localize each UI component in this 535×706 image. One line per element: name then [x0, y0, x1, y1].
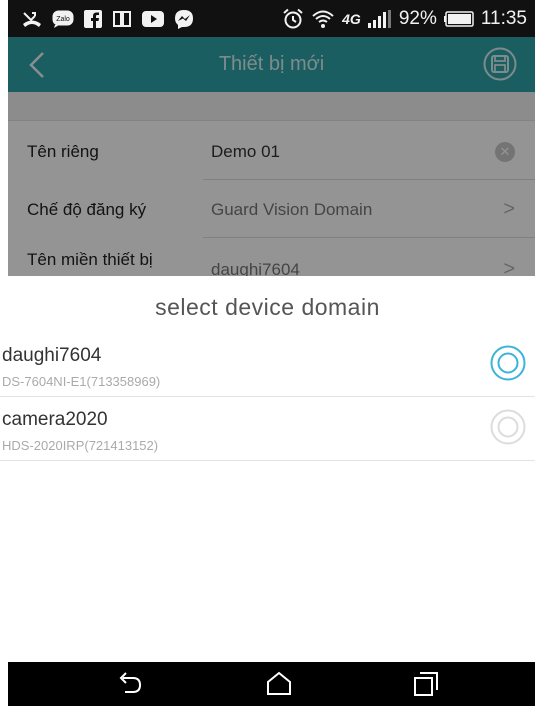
alarm-icon — [283, 8, 303, 28]
dim-overlay[interactable] — [8, 37, 535, 276]
radio-selected-icon[interactable] — [490, 345, 526, 381]
back-icon[interactable] — [113, 669, 145, 699]
book-icon — [113, 10, 131, 27]
status-bar: Zalo 4G 92% 11:35 — [8, 0, 535, 37]
option-detail: DS-7604NI-E1(713358969) — [2, 374, 161, 389]
signal-icon — [367, 9, 391, 28]
network-type-label: 4G — [342, 10, 361, 27]
domain-option[interactable]: camera2020 HDS-2020IRP(721413152) — [0, 397, 535, 461]
recent-apps-icon[interactable] — [410, 669, 442, 699]
system-status: 4G 92% 11:35 — [282, 0, 527, 37]
zalo-label: Zalo — [56, 16, 70, 23]
zalo-icon: Zalo — [52, 10, 74, 28]
domain-picker-sheet: select device domain daughi7604 DS-7604N… — [0, 276, 535, 662]
option-detail: HDS-2020IRP(721413152) — [2, 438, 159, 453]
battery-icon — [443, 10, 474, 27]
battery-percent: 92% — [398, 7, 437, 29]
option-name: camera2020 — [2, 409, 108, 430]
option-name: daughi7604 — [2, 345, 102, 366]
facebook-icon — [84, 9, 102, 28]
youtube-icon — [142, 10, 164, 27]
clock: 11:35 — [480, 7, 527, 29]
domain-option[interactable]: daughi7604 DS-7604NI-E1(713358969) — [0, 333, 535, 397]
system-nav-bar — [8, 662, 535, 706]
radio-unselected-icon[interactable] — [490, 409, 526, 445]
home-icon[interactable] — [263, 669, 295, 699]
messenger-icon — [175, 9, 193, 29]
notification-icons: Zalo — [22, 0, 194, 37]
dialog-title: select device domain — [155, 294, 380, 320]
missed-call-icon — [23, 11, 41, 27]
wifi-icon — [312, 10, 334, 28]
